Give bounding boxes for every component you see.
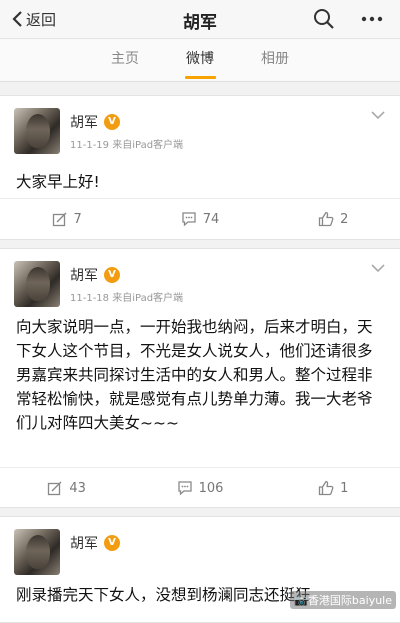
page-title: 胡军 <box>183 13 217 33</box>
avatar[interactable] <box>14 529 60 575</box>
like-button[interactable]: 2 <box>267 199 400 239</box>
tab-weibo[interactable]: 微博 <box>163 39 238 81</box>
post-meta: 11-1-18 来自iPad客户端 <box>70 293 184 304</box>
verified-badge-icon: V <box>104 535 120 551</box>
tab-home[interactable]: 主页 <box>88 39 163 81</box>
verified-badge-icon: V <box>104 267 120 283</box>
verified-badge-icon: V <box>104 114 120 130</box>
author-name[interactable]: 胡军 V <box>70 265 120 285</box>
more-icon[interactable] <box>361 8 383 30</box>
post-card[interactable]: 胡军 V 11-1-19 来自iPad客户端 大家早上好! 7 74 2 <box>0 95 400 240</box>
post-meta: 11-1-19 来自iPad客户端 <box>70 140 184 151</box>
post-actions: 7 74 2 <box>0 198 400 239</box>
profile-tabs: 主页 微博 相册 <box>0 39 400 82</box>
post-card[interactable]: 胡军 V 11-1-18 来自iPad客户端 向大家说明一点，一开始我也纳闷，后… <box>0 248 400 508</box>
comment-button[interactable]: 106 <box>133 468 266 508</box>
avatar[interactable] <box>14 108 60 154</box>
search-icon[interactable] <box>313 8 335 30</box>
tab-album[interactable]: 相册 <box>238 39 313 81</box>
watermark: 📷香港国际baiyule <box>290 591 396 609</box>
comment-button[interactable]: 74 <box>133 199 266 239</box>
top-bar: 返回 胡军 <box>0 0 400 39</box>
repost-icon <box>48 481 62 496</box>
chevron-down-icon[interactable] <box>370 110 386 120</box>
repost-button[interactable]: 7 <box>0 199 133 239</box>
post-content: 大家早上好! <box>16 173 100 191</box>
repost-icon <box>52 212 66 227</box>
post-actions: 43 106 1 <box>0 467 400 508</box>
comment-icon <box>177 481 192 496</box>
author-name[interactable]: 胡军 V <box>70 112 120 132</box>
thumbs-up-icon <box>319 211 334 227</box>
avatar[interactable] <box>14 261 60 307</box>
thumbs-up-icon <box>319 480 334 496</box>
author-name[interactable]: 胡军 V <box>70 533 120 553</box>
comment-icon <box>182 212 196 227</box>
chevron-down-icon[interactable] <box>370 263 386 273</box>
repost-button[interactable]: 43 <box>0 468 133 508</box>
post-content: 向大家说明一点，一开始我也纳闷，后来才明白，天下女人这个节目，不光是女人说女人，… <box>16 318 373 432</box>
like-button[interactable]: 1 <box>267 468 400 508</box>
